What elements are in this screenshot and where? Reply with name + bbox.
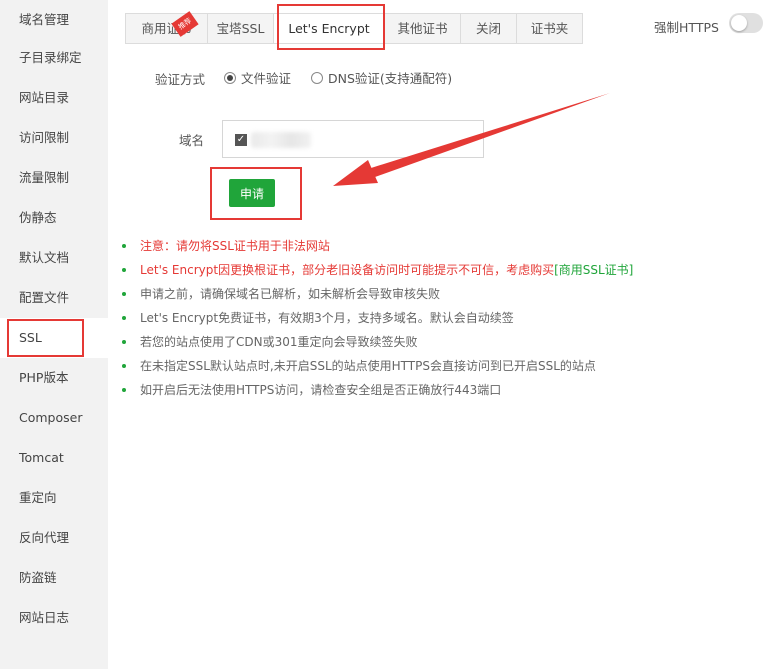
apply-button[interactable]: 申请	[229, 179, 275, 207]
sidebar-item-site-logs[interactable]: 网站日志	[0, 598, 108, 638]
sidebar-item-tomcat[interactable]: Tomcat	[0, 438, 108, 478]
sidebar-item-subdirectory-binding[interactable]: 子目录绑定	[0, 38, 108, 78]
verify-method-label: 验证方式	[155, 72, 206, 87]
list-item: Let's Encrypt因更换根证书，部分老旧设备访问时可能提示不可信，考虑购…	[122, 258, 633, 282]
note-text: 注意：请勿将SSL证书用于非法网站	[140, 239, 330, 253]
bullet-icon	[122, 268, 126, 272]
sidebar-item-access-limit[interactable]: 访问限制	[0, 118, 108, 158]
sidebar-item-reverse-proxy[interactable]: 反向代理	[0, 518, 108, 558]
note-text: 如开启后无法使用HTTPS访问，请检查安全组是否正确放行443端口	[140, 383, 502, 397]
force-https-toggle[interactable]	[729, 13, 763, 33]
checkbox-checked-icon[interactable]: ✓	[235, 134, 247, 146]
sidebar-item-redirect[interactable]: 重定向	[0, 478, 108, 518]
list-item: 若您的站点使用了CDN或301重定向会导致续签失败	[122, 330, 633, 354]
dns-verify-label: DNS验证(支持通配符)	[328, 71, 453, 86]
file-verify-option[interactable]: 文件验证	[224, 68, 291, 87]
list-item: 申请之前，请确保域名已解析，如未解析会导致审核失败	[122, 282, 633, 306]
sidebar-item-traffic-limit[interactable]: 流量限制	[0, 158, 108, 198]
note-text: Let's Encrypt因更换根证书，部分老旧设备访问时可能提示不可信，考虑购…	[140, 263, 555, 277]
bullet-icon	[122, 244, 126, 248]
bullet-icon	[122, 316, 126, 320]
sidebar-item-composer[interactable]: Composer	[0, 398, 108, 438]
note-text: 在未指定SSL默认站点时,未开启SSL的站点使用HTTPS会直接访问到已开启SS…	[140, 359, 596, 373]
sidebar: 域名管理 子目录绑定 网站目录 访问限制 流量限制 伪静态 默认文档 配置文件 …	[0, 0, 108, 669]
commercial-ssl-link[interactable]: [商用SSL证书]	[554, 263, 633, 277]
dns-verify-option[interactable]: DNS验证(支持通配符)	[311, 68, 452, 87]
sidebar-item-ssl[interactable]: SSL	[0, 318, 108, 358]
sidebar-item-config-file[interactable]: 配置文件	[0, 278, 108, 318]
notes-list: 注意：请勿将SSL证书用于非法网站 Let's Encrypt因更换根证书，部分…	[122, 234, 633, 402]
sidebar-item-default-doc[interactable]: 默认文档	[0, 238, 108, 278]
bullet-icon	[122, 340, 126, 344]
radio-unchecked-icon[interactable]	[311, 71, 323, 84]
tab-bt-ssl[interactable]: 宝塔SSL	[207, 13, 274, 43]
sidebar-item-hotlink-protection[interactable]: 防盗链	[0, 558, 108, 598]
radio-checked-icon[interactable]	[224, 71, 236, 84]
list-item: 在未指定SSL默认站点时,未开启SSL的站点使用HTTPS会直接访问到已开启SS…	[122, 354, 633, 378]
sidebar-item-rewrite[interactable]: 伪静态	[0, 198, 108, 238]
tab-cert-folder[interactable]: 证书夹	[516, 13, 583, 43]
list-item: Let's Encrypt免费证书，有效期3个月，支持多域名。默认会自动续签	[122, 306, 633, 330]
domain-list-box: ✓	[222, 120, 484, 158]
list-item: 注意：请勿将SSL证书用于非法网站	[122, 234, 633, 258]
tab-other-cert[interactable]: 其他证书	[384, 13, 461, 43]
domain-label: 域名	[179, 133, 205, 148]
sidebar-item-php-version[interactable]: PHP版本	[0, 358, 108, 398]
file-verify-label: 文件验证	[241, 71, 292, 86]
tab-lets-encrypt[interactable]: Let's Encrypt	[273, 13, 385, 44]
list-item: 如开启后无法使用HTTPS访问，请检查安全组是否正确放行443端口	[122, 378, 633, 402]
tab-close[interactable]: 关闭	[460, 13, 517, 43]
note-text: 申请之前，请确保域名已解析，如未解析会导致审核失败	[140, 287, 441, 301]
note-text: 若您的站点使用了CDN或301重定向会导致续签失败	[140, 335, 418, 349]
blurred-domain-name	[251, 132, 311, 148]
bullet-icon	[122, 388, 126, 392]
tab-commercial-cert[interactable]: 商用证书	[125, 13, 208, 43]
force-https-label: 强制HTTPS	[654, 20, 719, 35]
note-text: Let's Encrypt免费证书，有效期3个月，支持多域名。默认会自动续签	[140, 311, 514, 325]
bullet-icon	[122, 292, 126, 296]
sidebar-item-site-directory[interactable]: 网站目录	[0, 78, 108, 118]
sidebar-item-domain-management[interactable]: 域名管理	[0, 0, 108, 40]
toggle-knob	[731, 15, 747, 31]
bullet-icon	[122, 364, 126, 368]
tab-divider	[125, 43, 583, 44]
